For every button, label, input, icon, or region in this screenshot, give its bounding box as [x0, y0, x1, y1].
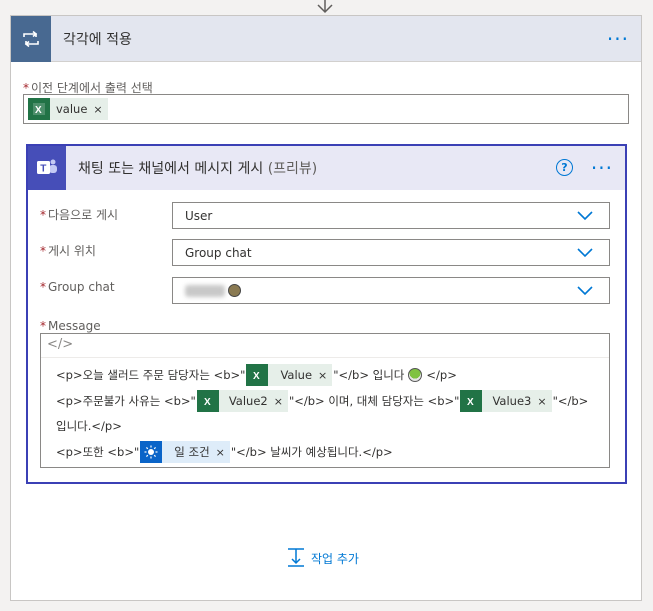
message-label: * Message [40, 319, 101, 333]
message-line-1: <p>오늘 샐러드 주문 담당자는 <b>" X Value × "</b> 입… [55, 364, 458, 386]
code-view-icon[interactable]: </> [41, 334, 609, 358]
weather-condition-token[interactable]: 일 조건 × [140, 441, 230, 463]
prev-output-input[interactable]: X value × [23, 94, 629, 124]
apply-to-each-header[interactable]: 각각에 적용 ··· [11, 15, 641, 62]
message-line-4: <p>또한 <b>" 일 조건 × "</b> 날씨가 예상됩니다.</p> [55, 441, 394, 463]
post-in-label: * 게시 위치 [40, 244, 96, 258]
excel-icon: X [196, 390, 219, 412]
group-chat-label: * Group chat [40, 280, 115, 294]
message-editor[interactable]: </> <p>오늘 샐러드 주문 담당자는 <b>" X Value × "</… [40, 333, 610, 468]
value2-token[interactable]: X Value2 × [196, 390, 288, 412]
excel-icon: X [460, 390, 483, 412]
excel-icon: X [28, 98, 50, 120]
redacted-chat-name [185, 284, 225, 297]
chevron-down-icon [577, 211, 593, 221]
arrow-down-icon [317, 0, 333, 14]
svg-text:X: X [204, 397, 211, 408]
add-action-button[interactable]: 작업 추가 [287, 548, 359, 568]
add-action-icon [288, 548, 304, 567]
post-message-header[interactable]: T 채팅 또는 채널에서 메시지 게시 (프리뷰) ? ··· [28, 146, 625, 190]
value3-token[interactable]: X Value3 × [460, 390, 552, 412]
post-in-select[interactable]: Group chat [172, 239, 610, 266]
help-icon[interactable]: ? [556, 159, 573, 176]
loop-icon [11, 15, 51, 62]
svg-text:T: T [40, 164, 46, 175]
post-as-select[interactable]: User [172, 202, 610, 229]
svg-text:X: X [253, 371, 260, 382]
remove-token-icon[interactable]: × [93, 103, 107, 116]
chevron-down-icon [577, 248, 593, 258]
remove-token-icon[interactable]: × [216, 446, 230, 459]
message-line-3: 입니다.</p> [56, 419, 122, 433]
remove-token-icon[interactable]: × [274, 395, 288, 408]
chevron-down-icon [577, 286, 593, 296]
excel-icon: X [246, 364, 269, 386]
message-line-2: <p>주문불가 사유는 <b>" X Value2 × "</b> 이며, 대체… [55, 390, 589, 412]
apply-to-each-title: 각각에 적용 [63, 31, 132, 48]
value-token[interactable]: X Value × [246, 364, 333, 386]
salad-emoji-icon [408, 368, 423, 382]
chat-avatar [228, 284, 241, 297]
sun-icon [140, 441, 163, 463]
inner-more-button[interactable]: ··· [591, 158, 613, 178]
remove-token-icon[interactable]: × [318, 369, 332, 382]
outer-more-button[interactable]: ··· [607, 29, 629, 49]
required-mark: * [23, 81, 29, 95]
svg-text:X: X [467, 397, 474, 408]
post-as-label: * 다음으로 게시 [40, 208, 119, 222]
post-message-title: 채팅 또는 채널에서 메시지 게시 (프리뷰) [78, 161, 318, 177]
group-chat-select[interactable] [172, 277, 610, 304]
svg-text:X: X [35, 105, 42, 116]
value-token[interactable]: X value × [28, 98, 108, 120]
teams-icon: T [28, 146, 66, 190]
apply-to-each-card: 각각에 적용 ··· * 이전 단계에서 출력 선택 X value × T 채팅… [10, 15, 642, 601]
remove-token-icon[interactable]: × [537, 395, 551, 408]
post-message-card: T 채팅 또는 채널에서 메시지 게시 (프리뷰) ? ··· * 다음으로 게시… [26, 144, 627, 484]
